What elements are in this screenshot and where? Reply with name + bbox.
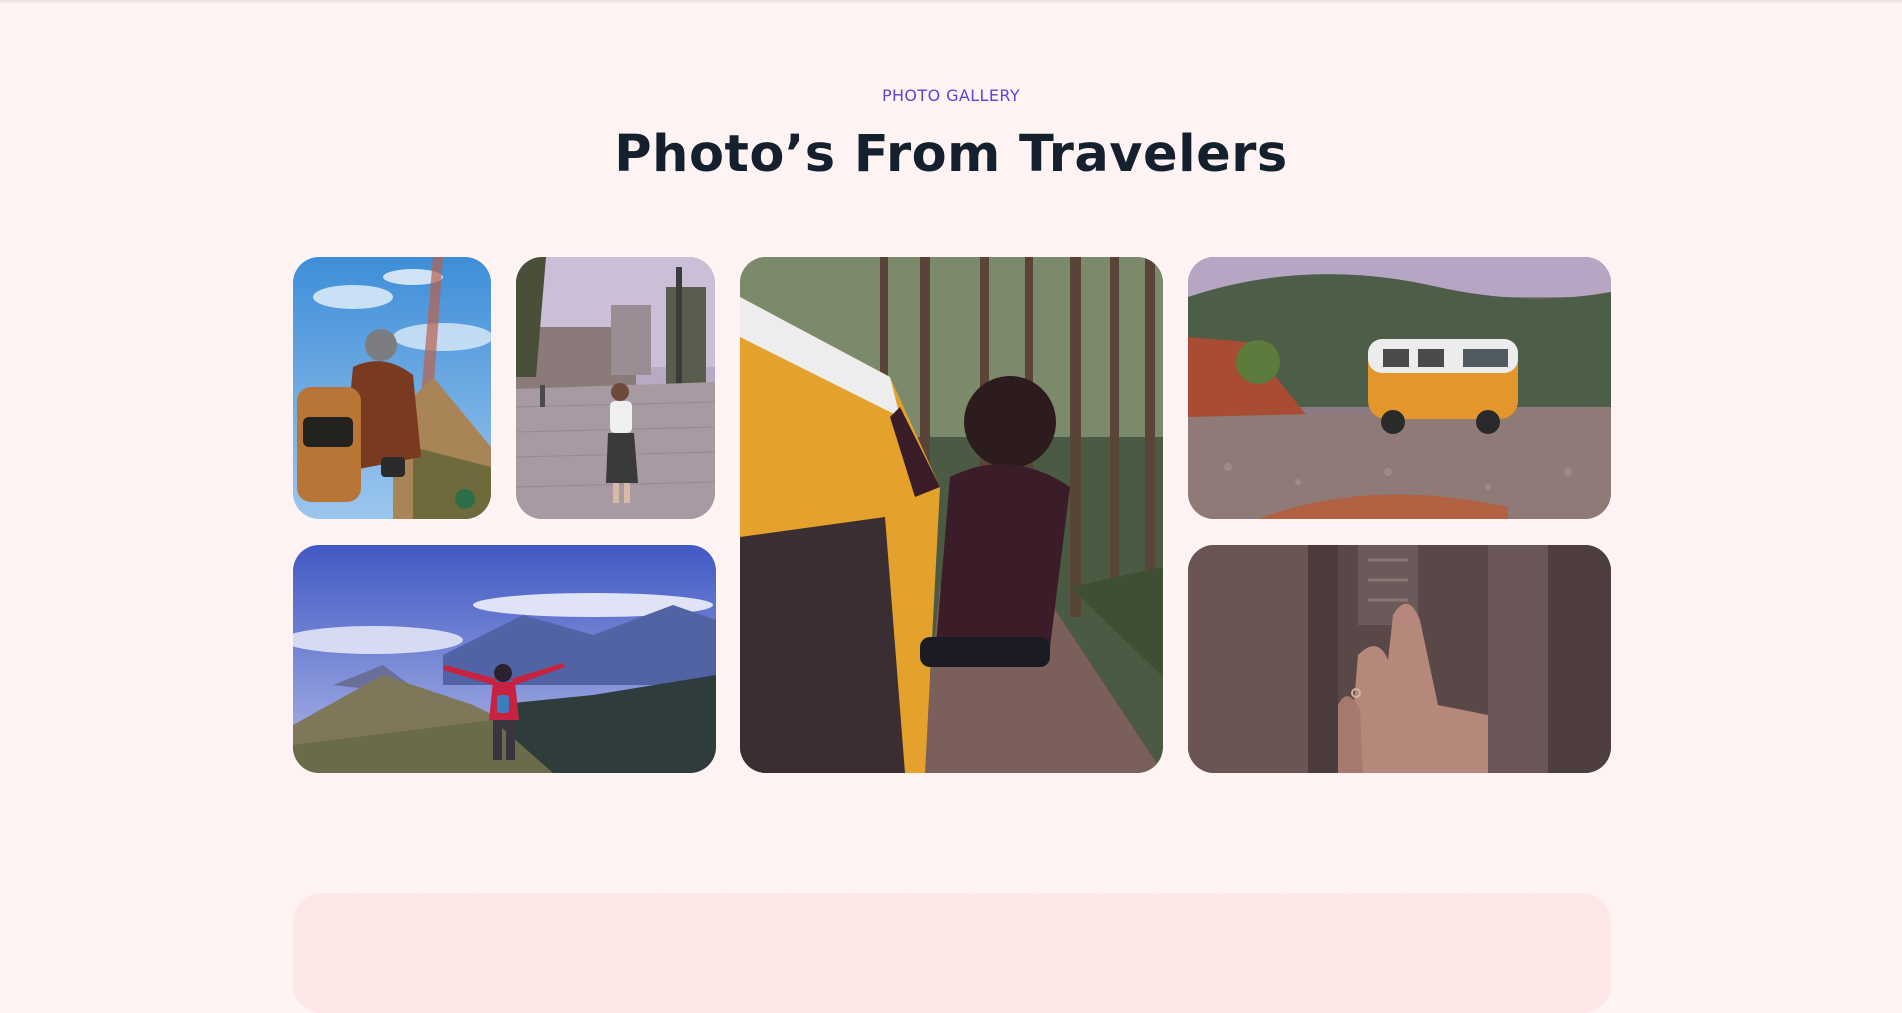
gallery-photo-orange-van[interactable]: orange-vintage-van-on-rocky-ground: [1188, 257, 1611, 519]
photo-image: [516, 257, 715, 519]
section-eyebrow: PHOTO GALLERY: [881, 86, 1021, 105]
gallery-photo-city[interactable]: woman-walking-in-city-square: [516, 257, 715, 519]
photo-image: [1188, 257, 1611, 519]
next-section-card: [293, 893, 1611, 1013]
photo-image: [293, 545, 716, 773]
background-texture: [293, 893, 1611, 1013]
gallery-photo-hiker[interactable]: hiker-with-backpack-near-tower: [293, 257, 491, 519]
gallery-photo-mountain[interactable]: hiker-with-raised-arms-on-mountain: [293, 545, 716, 773]
gallery-photo-stone-carving[interactable]: hand-touching-carved-stone: [1188, 545, 1611, 773]
photo-image: [293, 257, 491, 519]
photo-image: [1188, 545, 1611, 773]
top-divider: [0, 0, 1902, 4]
photo-image: [740, 257, 1163, 773]
gallery-photo-van-forest[interactable]: person-leaning-out-of-yellow-van-in-fore…: [740, 257, 1163, 773]
section-title: Photo’s From Travelers: [614, 125, 1288, 184]
